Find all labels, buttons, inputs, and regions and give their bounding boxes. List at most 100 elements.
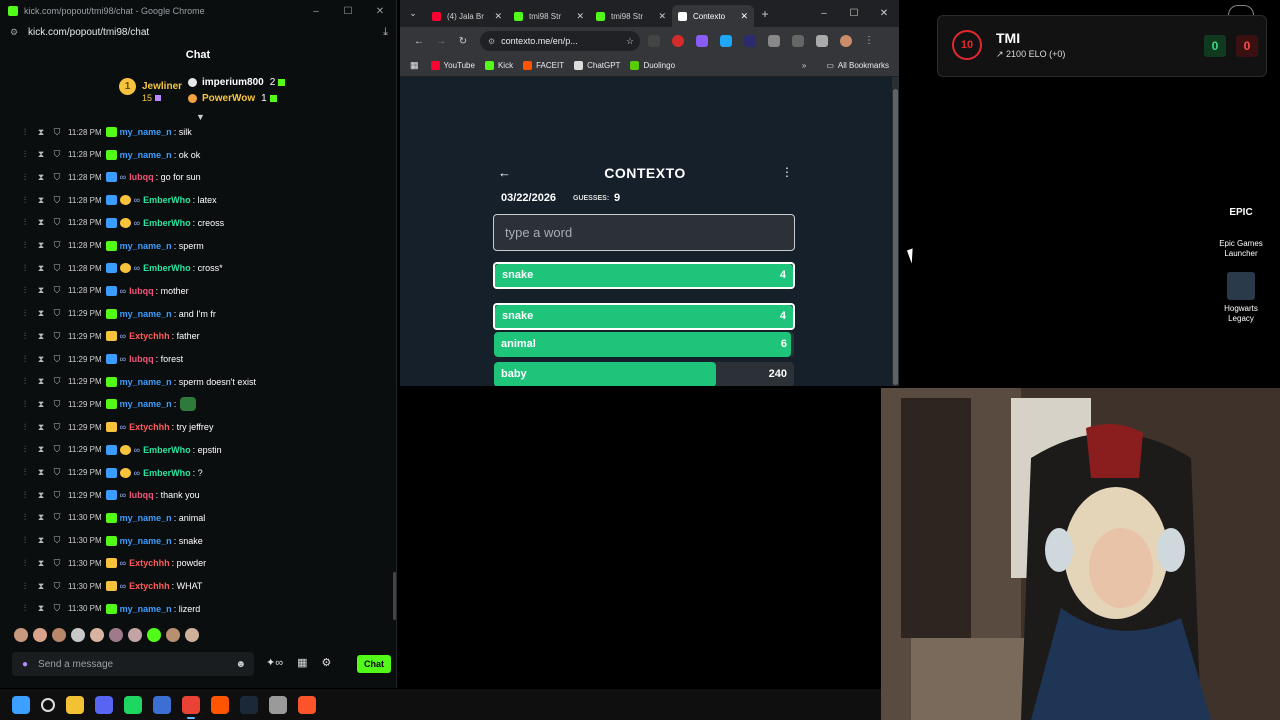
ban-icon[interactable]: ⛉	[52, 354, 62, 365]
leaderboard-second[interactable]: imperium800 2	[188, 77, 286, 88]
chat-message[interactable]: ⫶ ⧗ ⛉ 11:29 PM ∞ lubqq: forest	[20, 348, 183, 370]
message-username[interactable]: EmberWho	[143, 263, 191, 273]
pin-icon[interactable]: ⫶	[20, 127, 30, 138]
timeout-icon[interactable]: ⧗	[36, 172, 46, 183]
chat-message[interactable]: ⫶ ⧗ ⛉ 11:28 PM my_name_n: sperm	[20, 235, 204, 257]
timeout-icon[interactable]: ⧗	[36, 285, 46, 296]
file-explorer-icon[interactable]	[66, 695, 84, 714]
extension-icon[interactable]	[720, 35, 732, 47]
minimize-button[interactable]: –	[809, 8, 839, 19]
extension-icon[interactable]	[744, 35, 756, 47]
pin-icon[interactable]: ⫶	[20, 467, 30, 478]
message-username[interactable]: my_name_n	[120, 309, 172, 319]
ban-icon[interactable]: ⛉	[52, 581, 62, 592]
timeout-icon[interactable]: ⧗	[36, 558, 46, 569]
chrome-icon[interactable]	[182, 695, 200, 719]
brave-icon[interactable]	[298, 695, 316, 714]
timeout-icon[interactable]: ⧗	[36, 603, 46, 614]
new-tab-button[interactable]: +	[754, 7, 776, 21]
address-bar[interactable]: ⚙ contexto.me/en/p... ☆	[480, 31, 640, 51]
pin-icon[interactable]: ⫶	[20, 399, 30, 410]
timeout-icon[interactable]: ⧗	[36, 195, 46, 206]
message-username[interactable]: Extychhh	[129, 558, 170, 568]
send-chat-button[interactable]: Chat	[357, 655, 391, 673]
chat-scrollbar[interactable]	[393, 572, 396, 620]
pin-icon[interactable]: ⫶	[20, 263, 30, 274]
steam-icon[interactable]	[240, 695, 258, 714]
timeout-icon[interactable]: ⧗	[36, 354, 46, 365]
chat-message[interactable]: ⫶ ⧗ ⛉ 11:28 PM my_name_n: ok ok	[20, 144, 200, 166]
emote-icon[interactable]	[71, 628, 85, 642]
site-info-icon[interactable]: ⚙	[488, 37, 495, 46]
ban-icon[interactable]: ⛉	[52, 195, 62, 206]
message-username[interactable]: my_name_n	[120, 150, 172, 160]
timeout-icon[interactable]: ⧗	[36, 512, 46, 523]
chat-message[interactable]: ⫶ ⧗ ⛉ 11:29 PM ∞ EmberWho: epstin	[20, 439, 222, 461]
chat-message[interactable]: ⫶ ⧗ ⛉ 11:29 PM ∞ lubqq: thank you	[20, 484, 200, 506]
pin-icon[interactable]: ⫶	[20, 376, 30, 387]
message-username[interactable]: Extychhh	[129, 331, 170, 341]
ban-icon[interactable]: ⛉	[52, 376, 62, 387]
all-bookmarks[interactable]: All Bookmarks	[838, 61, 889, 70]
chat-message[interactable]: ⫶ ⧗ ⛉ 11:29 PM ∞ Extychhh: try jeffrey	[20, 416, 213, 438]
profile-avatar[interactable]	[840, 35, 852, 47]
pin-icon[interactable]: ⫶	[20, 354, 30, 365]
pin-icon[interactable]: ⫶	[20, 331, 30, 342]
timeout-icon[interactable]: ⧗	[36, 490, 46, 501]
app-icon[interactable]	[153, 695, 171, 714]
ban-icon[interactable]: ⛉	[52, 490, 62, 501]
chat-message[interactable]: ⫶ ⧗ ⛉ 11:29 PM ∞ Extychhh: father	[20, 325, 200, 347]
emoji-icon[interactable]: ☻	[235, 659, 246, 670]
download-icon[interactable]	[816, 35, 828, 47]
ban-icon[interactable]: ⛉	[52, 240, 62, 251]
kebab-menu-icon[interactable]: ⋮	[781, 165, 793, 179]
faceit-icon[interactable]	[211, 695, 229, 714]
ban-icon[interactable]: ⛉	[52, 422, 62, 433]
ban-icon[interactable]: ⛉	[52, 558, 62, 569]
ban-icon[interactable]: ⛉	[52, 308, 62, 319]
timeout-icon[interactable]: ⧗	[36, 149, 46, 160]
settings-icon[interactable]: ⚙	[321, 656, 331, 669]
message-username[interactable]: lubqq	[129, 354, 154, 364]
emote-icon[interactable]	[185, 628, 199, 642]
timeout-icon[interactable]: ⧗	[36, 127, 46, 138]
ban-icon[interactable]: ⛉	[52, 217, 62, 228]
pin-icon[interactable]: ⫶	[20, 195, 30, 206]
chat-message-input[interactable]: ● Send a message ☻	[12, 652, 254, 676]
maximize-button[interactable]: ☐	[332, 6, 364, 17]
ban-icon[interactable]: ⛉	[52, 535, 62, 546]
ban-icon[interactable]: ⛉	[52, 512, 62, 523]
pin-icon[interactable]: ⫶	[20, 512, 30, 523]
close-button[interactable]: ✕	[869, 8, 899, 19]
pin-icon[interactable]: ⫶	[20, 149, 30, 160]
pin-icon[interactable]: ⫶	[20, 217, 30, 228]
emote-icon[interactable]	[166, 628, 180, 642]
chat-message[interactable]: ⫶ ⧗ ⛉ 11:28 PM ∞ lubqq: mother	[20, 280, 189, 302]
menu-icon[interactable]: ⋮	[864, 35, 874, 47]
message-username[interactable]: lubqq	[129, 172, 154, 182]
pin-icon[interactable]: ⫶	[20, 490, 30, 501]
forward-icon[interactable]: →	[430, 36, 452, 47]
pin-icon[interactable]: ⫶	[20, 172, 30, 183]
message-username[interactable]: my_name_n	[120, 536, 172, 546]
bookmark-item[interactable]: FACEIT	[523, 61, 564, 70]
chat-message[interactable]: ⫶ ⧗ ⛉ 11:30 PM ∞ Extychhh: powder	[20, 552, 206, 574]
tab-close-icon[interactable]: ✕	[740, 11, 748, 22]
ban-icon[interactable]: ⛉	[52, 285, 62, 296]
browser-tab[interactable]: tmi98 Str ✕	[508, 5, 590, 27]
bookmark-item[interactable]: ChatGPT	[574, 61, 620, 70]
word-input[interactable]	[493, 214, 795, 251]
chat-message[interactable]: ⫶ ⧗ ⛉ 11:30 PM ∞ Extychhh: WHAT	[20, 575, 202, 597]
message-username[interactable]: my_name_n	[120, 604, 172, 614]
pin-icon[interactable]: ⫶	[20, 558, 30, 569]
chat-message[interactable]: ⫶ ⧗ ⛉ 11:30 PM my_name_n: lizerd	[20, 598, 200, 620]
ban-icon[interactable]: ⛉	[52, 263, 62, 274]
pin-icon[interactable]: ⫶	[20, 422, 30, 433]
emote-icon[interactable]	[14, 628, 28, 642]
close-button[interactable]: ✕	[364, 6, 396, 17]
pin-icon[interactable]: ⫶	[20, 285, 30, 296]
reload-icon[interactable]: ↻	[452, 36, 474, 47]
scrollbar-thumb[interactable]	[893, 89, 898, 385]
message-username[interactable]: EmberWho	[143, 218, 191, 228]
chat-message[interactable]: ⫶ ⧗ ⛉ 11:28 PM ∞ EmberWho: creoss	[20, 212, 224, 234]
